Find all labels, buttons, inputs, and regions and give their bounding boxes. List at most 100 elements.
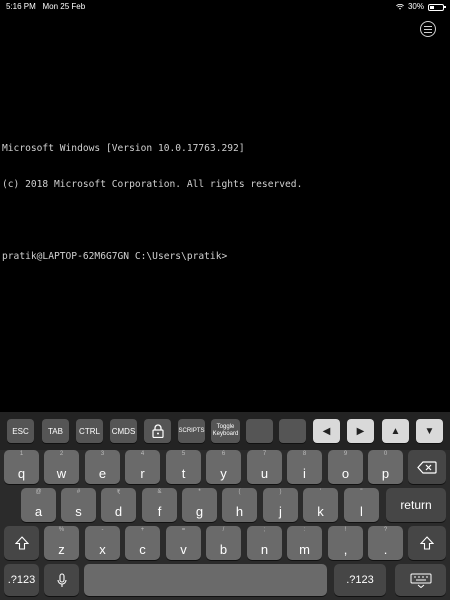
- key-m[interactable]: :m: [287, 526, 322, 560]
- key-r[interactable]: 4r: [125, 450, 160, 484]
- left-arrow-button[interactable]: ◀: [313, 419, 340, 443]
- space-bar[interactable]: [84, 564, 327, 596]
- hamburger-icon: [424, 25, 432, 33]
- key-q[interactable]: 1q: [4, 450, 39, 484]
- numbers-key-right[interactable]: .?123: [334, 564, 386, 596]
- key-hint: /: [222, 527, 225, 533]
- key-e[interactable]: 3e: [85, 450, 120, 484]
- lock-button[interactable]: [144, 419, 171, 443]
- key-b[interactable]: / b: [206, 526, 241, 560]
- key-period[interactable]: ?.: [368, 526, 403, 560]
- key-d[interactable]: ₹ d: [101, 488, 136, 522]
- key-label: y: [220, 466, 227, 481]
- key-z[interactable]: % z: [44, 526, 79, 560]
- blank-button[interactable]: [246, 419, 273, 443]
- key-a[interactable]: @ a: [21, 488, 56, 522]
- key-c[interactable]: + c: [125, 526, 160, 560]
- backspace-icon: [417, 460, 437, 474]
- key-label: h: [235, 504, 244, 519]
- key-hint: !: [344, 527, 347, 533]
- key-hint: -: [101, 527, 104, 533]
- key-hint: 7: [262, 451, 267, 457]
- status-right: 30%: [396, 0, 446, 14]
- key-n[interactable]: ; n: [247, 526, 282, 560]
- key-hint: 3: [100, 451, 105, 457]
- key-t[interactable]: 5t: [166, 450, 201, 484]
- key-label: i: [303, 466, 306, 481]
- key-f[interactable]: & f: [142, 488, 177, 522]
- key-o[interactable]: 9o: [328, 450, 363, 484]
- key-label: l: [360, 504, 363, 519]
- status-time: 5:16 PM: [6, 2, 36, 11]
- backspace-key[interactable]: [408, 450, 446, 484]
- shift-icon: [420, 536, 434, 550]
- key-i[interactable]: 8i: [287, 450, 322, 484]
- key-label: c: [139, 542, 146, 557]
- blank-button[interactable]: [279, 419, 306, 443]
- numbers-key[interactable]: .?123: [4, 564, 39, 596]
- key-label: w: [56, 466, 67, 481]
- status-bar: 5:16 PM Mon 25 Feb 30%: [0, 0, 450, 14]
- terminal-output[interactable]: Microsoft Windows [Version 10.0.17763.29…: [2, 119, 446, 275]
- key-h[interactable]: (h: [222, 488, 257, 522]
- key-y[interactable]: 6y: [206, 450, 241, 484]
- key-label: z: [58, 542, 65, 557]
- key-hint: 5: [181, 451, 186, 457]
- key-w[interactable]: 2w: [44, 450, 79, 484]
- key-label: e: [98, 466, 107, 481]
- key-comma[interactable]: !,: [328, 526, 363, 560]
- status-date: Mon 25 Feb: [42, 2, 86, 11]
- key-j[interactable]: ) j: [263, 488, 298, 522]
- key-hint: @: [35, 489, 42, 495]
- shift-icon: [14, 536, 29, 550]
- microphone-icon: [56, 572, 67, 587]
- shift-left-key[interactable]: [4, 526, 39, 560]
- right-arrow-button[interactable]: ▶: [347, 419, 374, 443]
- key-k[interactable]: ' k: [303, 488, 338, 522]
- ctrl-button[interactable]: CTRL: [76, 419, 103, 443]
- tab-button[interactable]: TAB: [42, 419, 69, 443]
- down-arrow-button[interactable]: ▼: [416, 419, 443, 443]
- key-label: a: [34, 504, 43, 519]
- key-hint: ': [319, 489, 322, 495]
- battery-percent: 30%: [407, 2, 424, 11]
- key-v[interactable]: = v: [166, 526, 201, 560]
- key-x[interactable]: -x: [85, 526, 120, 560]
- return-key[interactable]: return: [386, 488, 446, 522]
- key-hint: %: [58, 527, 65, 533]
- key-hint: ;: [263, 527, 266, 533]
- key-label: d: [114, 504, 123, 519]
- terminal-line: (c) 2018 Microsoft Corporation. All righ…: [2, 179, 303, 190]
- key-label: o: [341, 466, 350, 481]
- wifi-icon: [396, 4, 404, 10]
- key-label: n: [260, 542, 269, 557]
- battery-icon: [428, 3, 446, 11]
- key-hint: 2: [59, 451, 64, 457]
- dictation-key[interactable]: [44, 564, 79, 596]
- scripts-button[interactable]: SCRIPTS: [178, 419, 205, 443]
- status-time-date: 5:16 PM Mon 25 Feb: [6, 0, 85, 14]
- key-s[interactable]: # s: [61, 488, 96, 522]
- key-p[interactable]: 0p: [368, 450, 403, 484]
- key-u[interactable]: 7u: [247, 450, 282, 484]
- key-hint: +: [140, 527, 145, 533]
- key-hint: :: [303, 527, 306, 533]
- key-g[interactable]: * g: [182, 488, 217, 522]
- cmds-button[interactable]: CMDS: [110, 419, 137, 443]
- key-label: q: [17, 466, 26, 481]
- key-label: k: [317, 504, 324, 519]
- toggle-keyboard-label-1: Toggle: [216, 424, 235, 430]
- key-label: p: [381, 466, 390, 481]
- up-arrow-button[interactable]: ▲: [382, 419, 409, 443]
- key-hint: ): [279, 489, 282, 495]
- keyboard-dismiss-icon: [410, 573, 431, 588]
- esc-button[interactable]: ESC: [7, 419, 34, 443]
- key-hint: (: [238, 489, 241, 495]
- key-hint: &: [157, 489, 162, 495]
- key-l[interactable]: " l: [344, 488, 379, 522]
- dismiss-keyboard-key[interactable]: [395, 564, 446, 596]
- shift-right-key[interactable]: [408, 526, 446, 560]
- menu-icon[interactable]: [420, 21, 436, 37]
- toggle-keyboard-button[interactable]: Toggle Keyboard: [211, 419, 240, 443]
